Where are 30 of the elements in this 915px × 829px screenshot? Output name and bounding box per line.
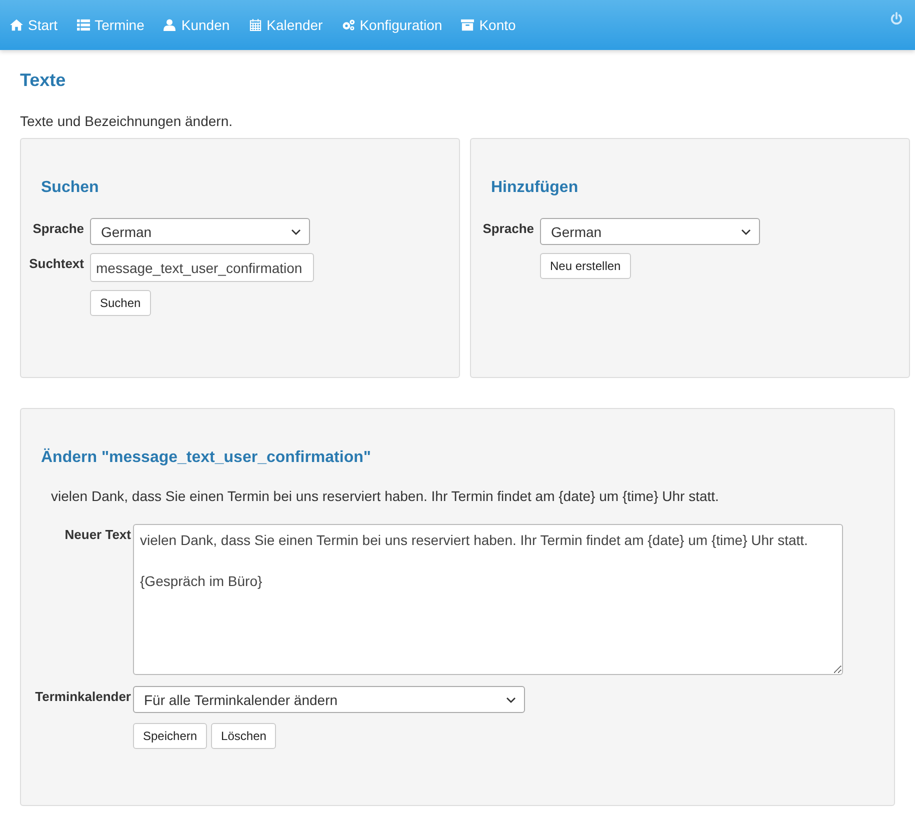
page-title: Texte: [20, 70, 67, 92]
panel-heading: Ändern "message_text_user_confirmation": [41, 449, 372, 467]
calendar-icon: [248, 19, 262, 31]
page-description: Texte und Bezeichnungen ändern.: [20, 113, 234, 129]
action-button[interactable]: Löschen: [211, 723, 276, 749]
search-field[interactable]: message_text_user_confirmation: [90, 253, 314, 282]
chevron-down-icon: [741, 228, 751, 234]
chevron-down-icon: [506, 696, 516, 702]
field-label: Sprache: [482, 220, 534, 236]
power-icon[interactable]: [890, 12, 903, 25]
current-text: vielen Dank, dass Sie einen Termin bei uns reserviert haben. Ihr Termin findet am {date} um {time} Uhr statt.: [51, 488, 720, 504]
archive-icon: [461, 19, 474, 31]
field-label: Neuer Text: [64, 526, 131, 542]
panel-heading: Hinzufügen: [491, 179, 580, 197]
search-button[interactable]: Suchen: [90, 290, 151, 316]
language-select[interactable]: German: [540, 218, 760, 245]
action-button[interactable]: Speichern: [133, 723, 208, 749]
list-icon: [76, 19, 90, 31]
create-button[interactable]: Neu erstellen: [540, 253, 631, 279]
panel-heading: Suchen: [41, 179, 100, 197]
field-label: Terminkalender: [34, 688, 131, 704]
chevron-down-icon: [291, 228, 301, 234]
user-icon: [163, 19, 176, 31]
gears-icon: [342, 19, 355, 31]
field-label: Sprache: [32, 220, 84, 236]
field-label: Suchtext: [28, 255, 84, 271]
language-select[interactable]: German: [90, 218, 310, 245]
text-area[interactable]: vielen Dank, dass Sie einen Termin bei uns reserviert haben. Ihr Termin findet am {date} um {time} Uhr statt. {Gespräch im Büro}: [133, 524, 843, 675]
home-icon: [10, 19, 23, 31]
calendar-select[interactable]: Für alle Terminkalender ändern: [133, 686, 525, 713]
